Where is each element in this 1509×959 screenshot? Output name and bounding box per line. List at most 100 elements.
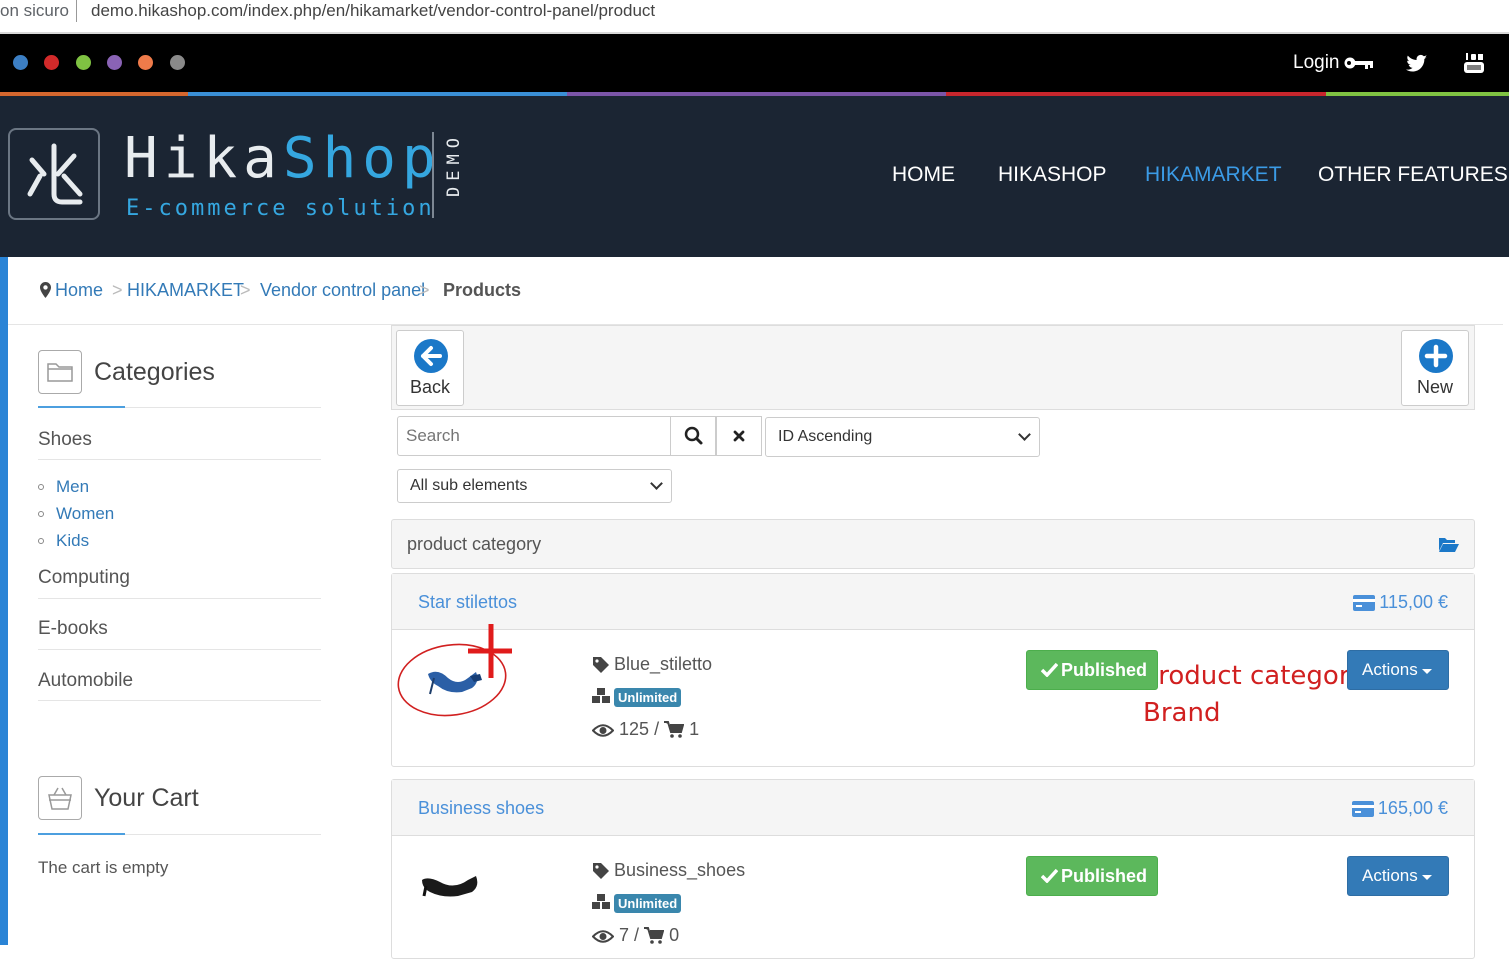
subcategory-kids[interactable]: Kids bbox=[56, 531, 89, 551]
breadcrumb-vendor-panel[interactable]: Vendor control panel bbox=[260, 280, 425, 301]
back-button[interactable]: Back bbox=[396, 330, 464, 406]
breadcrumb-current: Products bbox=[443, 280, 522, 300]
nav-home[interactable]: HOME bbox=[892, 163, 955, 187]
youtube-icon[interactable] bbox=[1463, 52, 1485, 74]
breadcrumb-separator: > bbox=[240, 280, 251, 300]
sub-elements-select[interactable]: All sub elements bbox=[397, 469, 672, 503]
categories-title: Categories bbox=[94, 358, 215, 386]
sub-elements-value: All sub elements bbox=[410, 477, 528, 494]
cart-title: Your Cart bbox=[94, 784, 199, 812]
new-button[interactable]: New bbox=[1401, 330, 1469, 406]
check-icon bbox=[1041, 662, 1058, 677]
bullet-icon bbox=[38, 484, 44, 490]
folder-icon bbox=[38, 350, 82, 394]
stock-badge: Unlimited bbox=[614, 894, 682, 913]
plus-icon bbox=[1419, 339, 1453, 373]
search-icon bbox=[684, 426, 703, 445]
red-annotation-mark bbox=[397, 624, 512, 717]
cart-underline bbox=[38, 833, 125, 835]
basket-icon bbox=[38, 776, 82, 820]
bullet-icon bbox=[38, 538, 44, 544]
logo-demo-label: DEMO bbox=[444, 132, 464, 197]
chevron-down-icon bbox=[1018, 428, 1031, 441]
new-label: New bbox=[1416, 377, 1453, 397]
back-label: Back bbox=[409, 377, 451, 397]
category-ebooks[interactable]: E-books bbox=[38, 618, 108, 640]
close-icon bbox=[733, 430, 745, 442]
breadcrumb-separator: > bbox=[419, 280, 430, 300]
search-input[interactable] bbox=[397, 416, 671, 456]
cubes-icon bbox=[592, 688, 610, 703]
folder-open-icon[interactable] bbox=[1438, 536, 1460, 553]
stock-badge: Unlimited bbox=[614, 688, 682, 707]
product-name[interactable]: Star stilettos bbox=[418, 592, 517, 613]
left-accent-bar bbox=[0, 257, 8, 945]
nav-other-features[interactable]: OTHER FEATURES bbox=[1318, 163, 1508, 187]
sales-count: 0 bbox=[669, 925, 680, 945]
color-dot-purple bbox=[107, 55, 122, 70]
cart-icon bbox=[664, 721, 685, 738]
annotation-line-2: Brand bbox=[1143, 698, 1221, 728]
published-toggle[interactable]: Published bbox=[1026, 856, 1158, 896]
cart-icon bbox=[644, 927, 665, 944]
category-shoes[interactable]: Shoes bbox=[38, 429, 92, 451]
view-count: 7 bbox=[619, 925, 630, 945]
address-bar[interactable]: demo.hikashop.com/index.php/en/hikamarke… bbox=[91, 1, 655, 21]
nav-hikamarket[interactable]: HIKAMARKET bbox=[1145, 163, 1282, 187]
sort-select[interactable]: ID Ascending bbox=[765, 417, 1040, 457]
caret-down-icon bbox=[1422, 875, 1432, 880]
twitter-icon[interactable] bbox=[1406, 54, 1428, 74]
product-stats: 7 / 0 bbox=[591, 925, 680, 946]
product-code: Business_shoes bbox=[614, 860, 746, 880]
chevron-down-icon bbox=[650, 477, 663, 490]
tag-icon bbox=[593, 863, 609, 879]
category-computing[interactable]: Computing bbox=[38, 567, 130, 589]
logo-divider bbox=[432, 132, 434, 218]
key-icon[interactable] bbox=[1344, 55, 1374, 71]
product-price: 115,00 € bbox=[1353, 592, 1448, 613]
product-name[interactable]: Business shoes bbox=[418, 798, 544, 819]
credit-card-icon bbox=[1353, 595, 1376, 611]
clear-search-button[interactable] bbox=[716, 416, 762, 456]
color-dot-blue bbox=[13, 55, 28, 70]
product-header: Business shoes 165,00 € bbox=[392, 780, 1474, 836]
breadcrumb-hikamarket[interactable]: HIKAMARKET bbox=[127, 280, 244, 301]
login-link[interactable]: Login bbox=[1293, 52, 1340, 74]
category-divider bbox=[38, 700, 321, 701]
eye-icon bbox=[591, 724, 615, 737]
tag-icon bbox=[593, 657, 609, 673]
published-toggle[interactable]: Published bbox=[1026, 650, 1158, 690]
product-card: Star stilettos 115,00 € Blue_stiletto Un… bbox=[391, 573, 1475, 767]
security-label: on sicuro bbox=[0, 1, 69, 20]
product-stats: 125 / 1 bbox=[591, 719, 699, 740]
top-bar: Login bbox=[0, 34, 1509, 92]
color-dot-orange bbox=[138, 55, 153, 70]
product-card: Business shoes 165,00 € Business_shoes U… bbox=[391, 779, 1475, 959]
credit-card-icon bbox=[1351, 801, 1374, 817]
subcategory-men[interactable]: Men bbox=[56, 477, 89, 497]
product-category-panel[interactable]: product category bbox=[391, 519, 1475, 569]
logo-icon[interactable] bbox=[8, 128, 100, 220]
product-category-label: product category bbox=[407, 534, 542, 554]
toolbar: Back New bbox=[391, 325, 1475, 410]
actions-dropdown-button[interactable]: Actions bbox=[1347, 650, 1449, 690]
product-image[interactable] bbox=[418, 866, 482, 906]
eye-icon bbox=[591, 930, 615, 943]
nav-hikashop[interactable]: HIKASHOP bbox=[998, 163, 1107, 187]
color-dot-red bbox=[44, 55, 59, 70]
category-automobile[interactable]: Automobile bbox=[38, 670, 133, 692]
check-icon bbox=[1041, 868, 1058, 883]
breadcrumb-home[interactable]: Home bbox=[55, 280, 103, 301]
search-button[interactable] bbox=[670, 416, 716, 456]
color-dot-gray bbox=[170, 55, 185, 70]
category-divider bbox=[38, 649, 321, 650]
logo-title[interactable]: HikaShop bbox=[124, 126, 442, 191]
sort-select-value: ID Ascending bbox=[778, 428, 873, 445]
actions-dropdown-button[interactable]: Actions bbox=[1347, 856, 1449, 896]
bullet-icon bbox=[38, 511, 44, 517]
category-divider bbox=[38, 598, 321, 599]
category-divider bbox=[38, 459, 321, 460]
breadcrumb-separator: > bbox=[112, 280, 123, 300]
subcategory-women[interactable]: Women bbox=[56, 504, 114, 524]
caret-down-icon bbox=[1422, 669, 1432, 674]
